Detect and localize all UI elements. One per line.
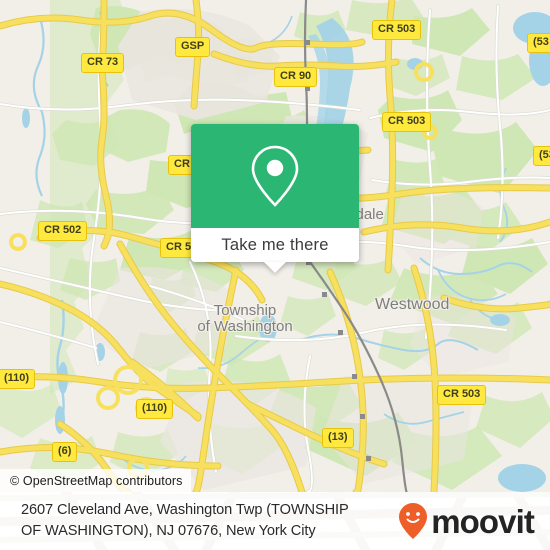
- address-line-1: 2607 Cleveland Ave, Washington Twp (TOWN…: [21, 502, 349, 519]
- road-shield: CR 503: [372, 20, 422, 40]
- address-line-2: OF WASHINGTON), NJ 07676, New York City: [21, 523, 316, 539]
- road-shield: GSP: [175, 37, 211, 57]
- popup-pointer-tail: [264, 262, 286, 273]
- road-shield: (53: [527, 33, 550, 53]
- road-shield: (110): [136, 399, 174, 419]
- road-shield: CR 503: [382, 112, 432, 132]
- road-shield: CR 90: [274, 67, 318, 87]
- place-label-township-of-washington: Township of Washington: [197, 302, 293, 336]
- road-shield: (110): [0, 369, 36, 389]
- road-shield: (6): [52, 442, 78, 462]
- road-shield: CR 503: [437, 385, 487, 405]
- road-shield: (13): [322, 428, 354, 448]
- moovit-wordmark: moovit: [431, 502, 535, 540]
- place-label-westwood: Westwood: [375, 296, 450, 313]
- popup-header: [191, 124, 359, 228]
- road-shield: CR 73: [81, 53, 125, 73]
- road-shield: CR 502: [38, 221, 88, 241]
- road-shield: (53: [533, 146, 550, 166]
- popup-action-bar[interactable]: Take me there: [191, 228, 359, 273]
- map-attribution[interactable]: © OpenStreetMap contributors: [0, 469, 191, 492]
- map-pin-icon: [251, 145, 299, 207]
- take-me-there-popup[interactable]: Take me there: [191, 124, 359, 273]
- footer-bar: 2607 Cleveland Ave, Washington Twp (TOWN…: [0, 492, 550, 550]
- map-canvas[interactable]: .g { fill:#cfe7b4; } .g2 { fill:#d9ebc3;…: [0, 0, 550, 492]
- result-address: 2607 Cleveland Ave, Washington Twp (TOWN…: [0, 500, 400, 541]
- map-result-card: .g { fill:#cfe7b4; } .g2 { fill:#d9ebc3;…: [0, 0, 550, 550]
- take-me-there-label: Take me there: [221, 235, 329, 254]
- moovit-pin-smiley-icon: [399, 503, 428, 539]
- moovit-logo[interactable]: moovit: [398, 502, 535, 540]
